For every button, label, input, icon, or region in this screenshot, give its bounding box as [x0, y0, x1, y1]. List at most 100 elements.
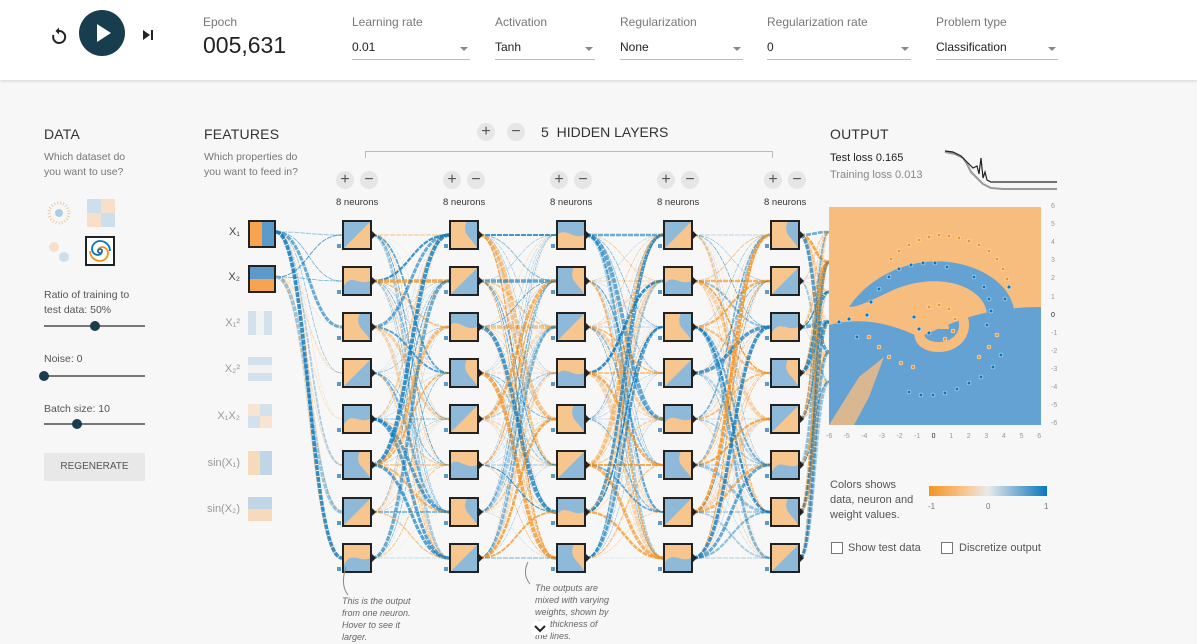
neuron[interactable] — [449, 312, 479, 342]
weight-connection — [371, 233, 450, 467]
neuron[interactable] — [342, 497, 372, 527]
add-neuron-button[interactable]: + — [443, 171, 461, 189]
neuron[interactable] — [770, 358, 800, 388]
neuron-output-arrow — [693, 415, 697, 423]
neuron[interactable] — [770, 450, 800, 480]
neuron[interactable] — [342, 220, 372, 250]
neuron[interactable] — [663, 497, 693, 527]
bias-indicator — [765, 244, 769, 248]
regularization-rate-select[interactable]: 0 — [767, 37, 911, 60]
weight-connection — [799, 231, 830, 466]
scroll-down-chevron-icon[interactable] — [530, 621, 550, 635]
weight-connection — [692, 280, 771, 559]
neuron[interactable] — [342, 450, 372, 480]
neuron[interactable] — [449, 266, 479, 296]
neuron[interactable] — [449, 450, 479, 480]
neuron[interactable] — [556, 404, 586, 434]
neuron[interactable] — [556, 220, 586, 250]
features-subtitle-line: Which properties do — [204, 151, 298, 163]
neuron[interactable] — [556, 543, 586, 573]
learning-rate-select[interactable]: 0.01 — [352, 37, 470, 60]
neuron[interactable] — [663, 220, 693, 250]
remove-neuron-button[interactable]: − — [574, 171, 592, 189]
neuron[interactable] — [770, 543, 800, 573]
ratio-slider-handle[interactable] — [89, 321, 100, 331]
feature-toggle[interactable] — [248, 451, 272, 475]
dataset-circle-thumb[interactable] — [44, 198, 74, 228]
neuron[interactable] — [556, 450, 586, 480]
neuron[interactable] — [663, 266, 693, 296]
weight-connection — [275, 276, 343, 282]
batch-size-slider[interactable] — [44, 423, 145, 425]
add-neuron-button[interactable]: + — [657, 171, 675, 189]
neuron[interactable] — [449, 543, 479, 573]
problem-type-select[interactable]: Classification — [936, 37, 1058, 60]
weight-connection — [371, 233, 450, 329]
feature-toggle[interactable] — [248, 220, 276, 248]
feature-toggle[interactable] — [248, 357, 272, 381]
regenerate-button[interactable]: REGENERATE — [44, 453, 145, 481]
neuron[interactable] — [663, 312, 693, 342]
activation-select[interactable]: Tanh — [495, 37, 595, 60]
neuron[interactable] — [556, 312, 586, 342]
weight-connection — [371, 372, 450, 466]
neuron[interactable] — [770, 266, 800, 296]
neuron[interactable] — [663, 543, 693, 573]
neuron[interactable] — [342, 358, 372, 388]
neuron[interactable] — [663, 404, 693, 434]
remove-neuron-button[interactable]: − — [360, 171, 378, 189]
dataset-gaussian-thumb[interactable] — [44, 237, 74, 267]
noise-slider[interactable] — [44, 375, 145, 377]
add-neuron-button[interactable]: + — [336, 171, 354, 189]
neuron[interactable] — [770, 497, 800, 527]
neuron[interactable] — [556, 266, 586, 296]
neuron[interactable] — [449, 220, 479, 250]
step-forward-icon[interactable] — [139, 26, 157, 44]
discretize-output-label[interactable]: Discretize output — [959, 542, 1041, 554]
neuron[interactable] — [449, 497, 479, 527]
weight-connection — [371, 372, 450, 420]
neuron[interactable] — [342, 312, 372, 342]
regularization-select[interactable]: None — [620, 37, 743, 60]
legend-desc-line: data, neuron and — [830, 494, 914, 506]
dataset-xor-thumb[interactable] — [86, 198, 116, 228]
neuron[interactable] — [449, 358, 479, 388]
neuron[interactable] — [449, 404, 479, 434]
remove-layer-button[interactable]: − — [507, 123, 525, 141]
neuron[interactable] — [342, 404, 372, 434]
neuron[interactable] — [770, 312, 800, 342]
neuron[interactable] — [770, 220, 800, 250]
show-test-data-label[interactable]: Show test data — [848, 542, 921, 554]
neuron-output-arrow — [372, 554, 376, 562]
neuron[interactable] — [556, 497, 586, 527]
neuron[interactable] — [556, 358, 586, 388]
reset-icon[interactable] — [48, 26, 70, 48]
feature-toggle[interactable] — [248, 497, 272, 521]
neuron[interactable] — [663, 358, 693, 388]
feature-label: sin(X₁) — [207, 457, 240, 469]
add-neuron-button[interactable]: + — [764, 171, 782, 189]
weight-connection — [371, 464, 450, 559]
weight-connection — [275, 276, 343, 420]
add-neuron-button[interactable]: + — [550, 171, 568, 189]
remove-neuron-button[interactable]: − — [681, 171, 699, 189]
add-layer-button[interactable]: + — [477, 123, 495, 141]
batch-size-slider-handle[interactable] — [72, 419, 83, 429]
noise-slider-handle[interactable] — [39, 371, 49, 381]
neuron[interactable] — [663, 450, 693, 480]
remove-neuron-button[interactable]: − — [467, 171, 485, 189]
show-test-data-checkbox[interactable] — [831, 542, 843, 554]
weight-connection — [371, 417, 450, 514]
dataset-spiral-thumb[interactable] — [85, 236, 115, 266]
neuron-output-arrow — [800, 231, 804, 239]
feature-toggle[interactable] — [248, 265, 276, 293]
neuron-output-arrow — [479, 277, 483, 285]
weight-connection — [478, 280, 557, 420]
feature-toggle[interactable] — [248, 404, 272, 428]
remove-neuron-button[interactable]: − — [788, 171, 806, 189]
neuron[interactable] — [342, 266, 372, 296]
play-button[interactable] — [79, 10, 125, 56]
neuron[interactable] — [770, 404, 800, 434]
discretize-output-checkbox[interactable] — [941, 542, 953, 554]
feature-toggle[interactable] — [248, 311, 272, 335]
